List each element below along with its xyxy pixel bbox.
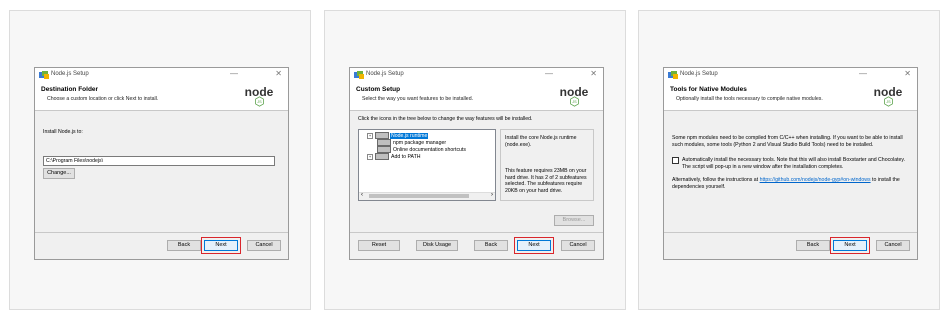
alt-prefix: Alternatively, follow the instructions a… [672,177,760,183]
cancel-button[interactable]: Cancel [247,240,281,251]
page-subtitle: Optionally install the tools necessary t… [676,96,823,102]
button-row: Back Next Cancel [664,232,917,259]
intro-paragraph: Some npm modules need to be compiled fro… [672,135,903,148]
disk-usage-button[interactable]: Disk Usage [416,240,458,251]
tree-item-runtime[interactable]: + Node.js runtime [367,132,429,139]
nodejs-logo: node [245,85,274,107]
install-label: Install Node.js to: [43,129,83,135]
cancel-button[interactable]: Cancel [561,240,595,251]
browse-button[interactable]: Browse... [554,215,594,226]
expand-icon[interactable]: + [367,132,373,139]
tree-item-label: Add to PATH [391,153,421,160]
screenshot-panel-native-modules: Node.js Setup — ✕ Tools for Native Modul… [638,10,940,310]
page-title: Custom Setup [356,86,401,93]
drive-icon[interactable] [377,139,391,146]
drive-icon[interactable] [377,146,391,153]
tree-item-label: Node.js runtime [390,132,429,139]
window-title: Node.js Setup [680,71,718,77]
content-area: Install Node.js to: C:\Program Files\nod… [35,111,288,234]
cancel-button[interactable]: Cancel [876,240,910,251]
setup-icon [39,71,49,79]
setup-window: Node.js Setup — ✕ Custom Setup Select th… [349,67,604,260]
next-highlight [514,237,554,254]
change-button[interactable]: Change... [43,168,75,179]
scroll-right-icon[interactable]: › [491,192,493,198]
title-bar: Node.js Setup — ✕ [35,68,288,82]
screenshot-panel-custom-setup: Node.js Setup — ✕ Custom Setup Select th… [324,10,626,310]
drive-icon[interactable] [375,153,389,160]
close-icon[interactable]: ✕ [590,69,597,78]
setup-window: Node.js Setup — ✕ Tools for Native Modul… [663,67,918,260]
nodejs-logo: node [560,85,589,107]
auto-install-label: Automatically install the necessary tool… [682,157,906,170]
title-bar: Node.js Setup — ✕ [664,68,917,82]
button-row: Back Next Cancel [35,232,288,259]
scroll-left-icon[interactable]: ‹ [361,192,363,198]
horizontal-scrollbar[interactable]: ‹ › [359,192,495,200]
title-bar: Node.js Setup — ✕ [350,68,603,82]
button-row: Reset Disk Usage Back Next Cancel [350,232,603,259]
reset-button[interactable]: Reset [358,240,400,251]
drive-icon[interactable] [375,132,389,139]
tree-item-path[interactable]: + Add to PATH [367,153,422,160]
minimize-icon[interactable]: — [545,69,553,78]
page-subtitle: Choose a custom location or click Next t… [47,96,159,102]
back-button[interactable]: Back [474,240,508,251]
description-main: Install the core Node.js runtime (node.e… [505,135,577,148]
next-highlight [830,237,870,254]
tree-item-docs[interactable]: Online documentation shortcuts [377,146,467,153]
page-title: Tools for Native Modules [670,86,747,93]
feature-description: Install the core Node.js runtime (node.e… [500,129,594,201]
banner: Destination Folder Choose a custom locat… [35,82,288,111]
expand-icon[interactable]: + [367,153,373,160]
nodejs-logo: node [874,85,903,107]
screenshot-panel-destination: Node.js Setup — ✕ Destination Folder Cho… [9,10,311,310]
feature-tree[interactable]: + Node.js runtime npm package manager Onl… [358,129,496,201]
node-gyp-link[interactable]: https://github.com/nodejs/node-gyp#on-wi… [760,177,871,183]
back-button[interactable]: Back [796,240,830,251]
page-title: Destination Folder [41,86,99,93]
banner: Custom Setup Select the way you want fea… [350,82,603,111]
content-area: Some npm modules need to be compiled fro… [664,111,917,234]
setup-icon [354,71,364,79]
scroll-thumb[interactable] [369,194,469,198]
auto-install-checkbox[interactable] [672,157,679,164]
tree-item-npm[interactable]: npm package manager [377,139,447,146]
window-title: Node.js Setup [366,71,404,77]
page-subtitle: Select the way you want features to be i… [362,96,474,102]
minimize-icon[interactable]: — [230,69,238,78]
close-icon[interactable]: ✕ [275,69,282,78]
banner: Tools for Native Modules Optionally inst… [664,82,917,111]
alternative-paragraph: Alternatively, follow the instructions a… [672,177,908,190]
next-highlight [201,237,241,254]
tree-item-label: Online documentation shortcuts [393,146,466,153]
install-path-field[interactable]: C:\Program Files\nodejs\ [43,156,275,166]
tree-item-label: npm package manager [393,139,447,146]
back-button[interactable]: Back [167,240,201,251]
close-icon[interactable]: ✕ [904,69,911,78]
instruction-text: Click the icons in the tree below to cha… [358,116,533,122]
setup-icon [668,71,678,79]
minimize-icon[interactable]: — [859,69,867,78]
content-area: Click the icons in the tree below to cha… [350,111,603,234]
window-title: Node.js Setup [51,71,89,77]
description-size: This feature requires 23MB on your hard … [505,168,587,194]
setup-window: Node.js Setup — ✕ Destination Folder Cho… [34,67,289,260]
